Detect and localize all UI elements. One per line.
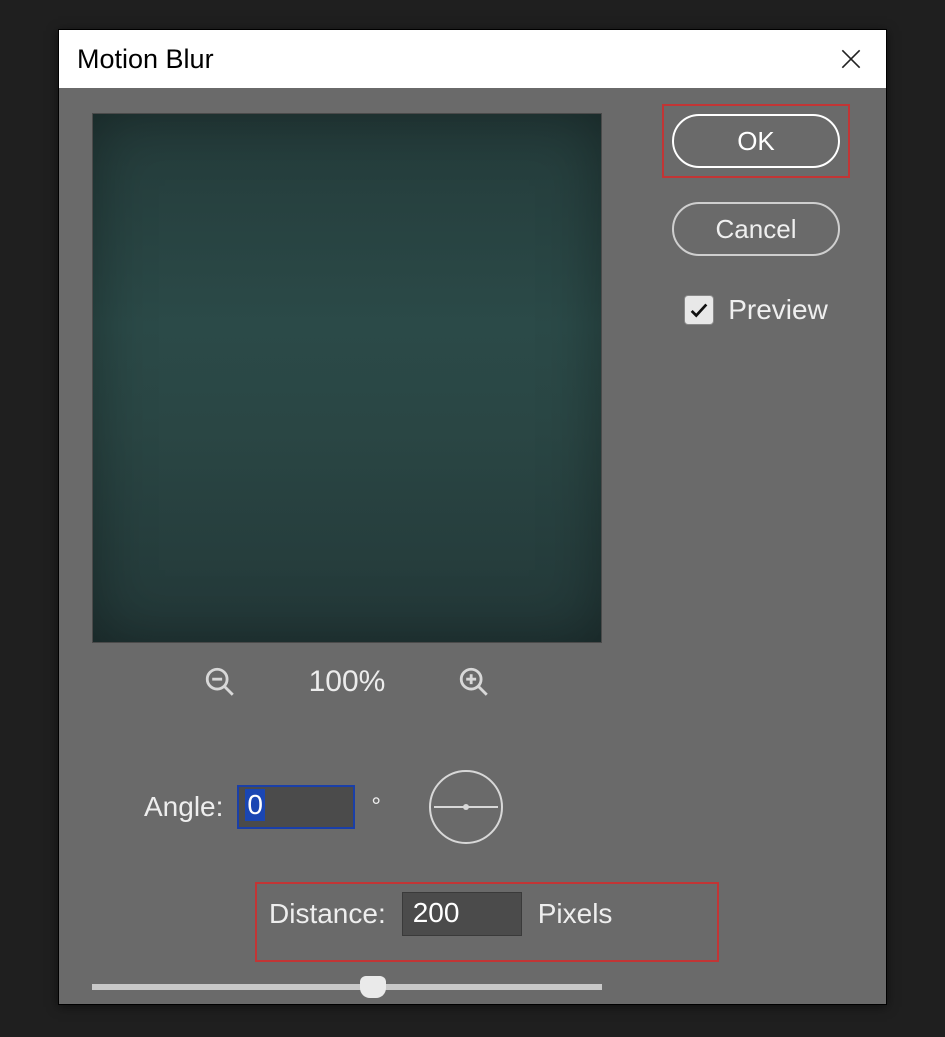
ok-highlight: OK bbox=[662, 104, 850, 178]
angle-value: 0 bbox=[245, 789, 265, 821]
zoom-level: 100% bbox=[309, 665, 386, 699]
angle-dial[interactable] bbox=[427, 768, 505, 846]
preview-area[interactable] bbox=[92, 113, 602, 643]
right-column: OK Cancel Preview bbox=[656, 104, 856, 326]
close-icon[interactable] bbox=[834, 42, 868, 76]
dialog-title: Motion Blur bbox=[77, 44, 214, 75]
preview-checkbox[interactable] bbox=[684, 295, 714, 325]
degree-symbol: ° bbox=[371, 793, 381, 821]
distance-input[interactable]: 200 bbox=[402, 892, 522, 936]
slider-track bbox=[92, 984, 602, 990]
distance-unit: Pixels bbox=[538, 898, 613, 930]
cancel-button[interactable]: Cancel bbox=[672, 202, 840, 256]
distance-label: Distance: bbox=[269, 898, 386, 930]
distance-row: Distance: 200 Pixels bbox=[269, 892, 612, 936]
distance-value: 200 bbox=[413, 897, 460, 928]
angle-input[interactable]: 0 bbox=[237, 785, 355, 829]
titlebar: Motion Blur bbox=[59, 30, 886, 88]
zoom-controls: 100% bbox=[92, 663, 602, 701]
zoom-in-icon[interactable] bbox=[455, 663, 493, 701]
motion-blur-dialog: Motion Blur 100% bbox=[58, 29, 887, 1005]
preview-checkbox-label: Preview bbox=[728, 294, 828, 326]
angle-row: Angle: 0 ° bbox=[144, 768, 505, 846]
angle-label: Angle: bbox=[144, 791, 223, 823]
preview-checkbox-row: Preview bbox=[684, 294, 828, 326]
distance-slider[interactable] bbox=[92, 972, 602, 1002]
zoom-out-icon[interactable] bbox=[201, 663, 239, 701]
slider-thumb[interactable] bbox=[360, 976, 386, 998]
dialog-body: 100% Angle: 0 ° bbox=[59, 88, 886, 1004]
ok-button[interactable]: OK bbox=[672, 114, 840, 168]
